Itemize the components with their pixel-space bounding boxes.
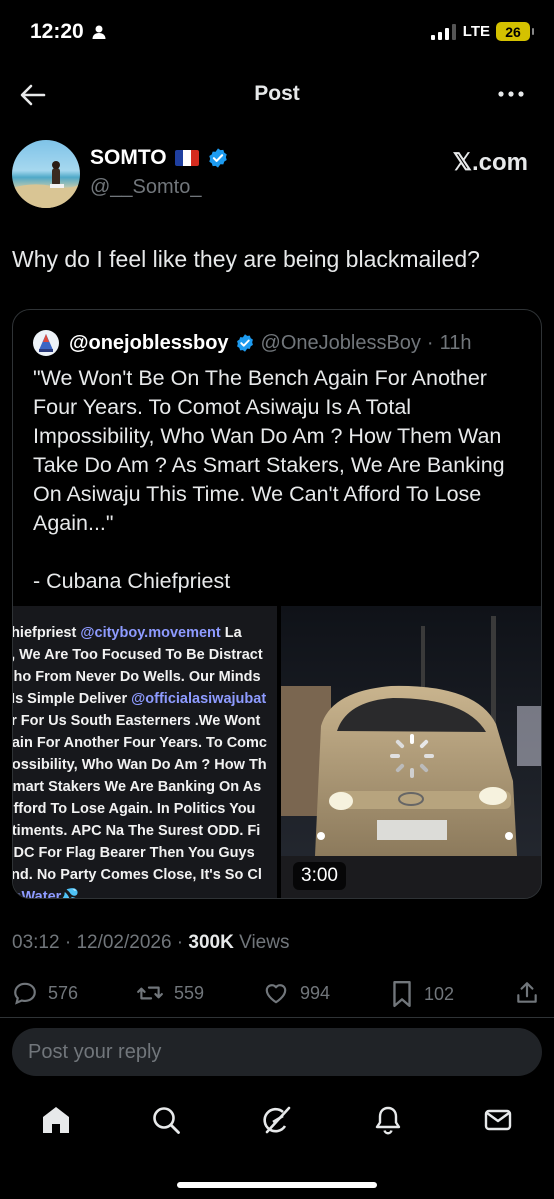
- image-text-line: er For Us South Easterners .We Wont: [13, 713, 261, 729]
- verified-icon: [236, 334, 253, 352]
- home-indicator[interactable]: [177, 1182, 377, 1188]
- quote-image[interactable]: chiefpriest @cityboy.movement La s, We Ar…: [13, 606, 277, 899]
- quote-separator: ·: [426, 331, 434, 354]
- status-time: 12:20: [30, 20, 84, 43]
- views-label: Views: [233, 932, 290, 953]
- avatar[interactable]: [12, 140, 80, 208]
- image-text-line: s, We Are Too Focused To Be Distract: [13, 647, 263, 663]
- quote-author-name: @onejoblessboy: [69, 331, 229, 354]
- battery-icon: 26: [496, 22, 534, 41]
- grok-icon[interactable]: [261, 1104, 293, 1136]
- quote-image-text: chiefpriest @cityboy.movement La s, We Ar…: [13, 622, 277, 899]
- network-type: LTE: [462, 23, 490, 40]
- status-bar: 12:20 LTE 26: [0, 0, 554, 64]
- image-text-line: and. No Party Comes Close, It's So Cl: [13, 867, 262, 883]
- reply-count: 576: [48, 982, 79, 1003]
- top-bar: Post: [0, 70, 554, 118]
- xcom-logo[interactable]: 𝕏.com: [453, 148, 528, 177]
- image-text-line: ntiments. APC Na The Surest ODD. Fi: [13, 823, 261, 839]
- signal-icon: [430, 23, 456, 40]
- repost-icon: [137, 986, 163, 1000]
- notifications-icon[interactable]: [372, 1104, 404, 1136]
- like-icon: [265, 984, 287, 1004]
- image-text-line: Smart Stakers We Are Banking On As: [13, 779, 262, 795]
- views-count[interactable]: 300K: [188, 932, 233, 953]
- quote-video[interactable]: 3:00: [281, 606, 541, 898]
- bookmark-button[interactable]: 102: [390, 980, 454, 1008]
- quote-header: @onejoblessboy @OneJoblessBoy · 11h: [33, 330, 471, 356]
- reply-icon: [14, 982, 36, 1005]
- reply-placeholder: Post your reply: [28, 1041, 162, 1063]
- image-text-line: possibility, Who Wan Do Am ? How Th: [13, 757, 267, 773]
- image-text-line: Afford To Lose Again. In Politics You: [13, 801, 256, 817]
- like-button[interactable]: 994: [262, 980, 330, 1006]
- france-flag-icon: [174, 150, 199, 166]
- more-icon[interactable]: [496, 82, 526, 106]
- image-text-line: l Is Simple Deliver @officialasiwajubat: [13, 691, 267, 707]
- reply-input[interactable]: Post your reply: [12, 1028, 542, 1076]
- quote-avatar-logo: [39, 334, 53, 352]
- like-count: 994: [300, 982, 331, 1003]
- video-duration: 3:00: [293, 862, 346, 890]
- home-icon[interactable]: [40, 1104, 72, 1136]
- verified-icon: [208, 148, 227, 168]
- post-text: Why do I feel like they are being blackm…: [12, 246, 480, 272]
- repost-button[interactable]: 559: [136, 980, 204, 1006]
- repost-count: 559: [174, 982, 205, 1003]
- page-title: Post: [254, 82, 300, 105]
- bottom-nav: [0, 1096, 554, 1148]
- image-text-line: ADC For Flag Bearer Then You Guys: [13, 845, 255, 861]
- image-text-line: chiefpriest @cityboy.movement La: [13, 625, 242, 641]
- image-text-line: NaWater💦: [13, 889, 80, 899]
- quoted-post[interactable]: @onejoblessboy @OneJoblessBoy · 11h "We …: [12, 309, 542, 899]
- messages-icon[interactable]: [482, 1104, 514, 1136]
- divider: [0, 1017, 554, 1018]
- image-text-line: gain For Another Four Years. To Comc: [13, 735, 267, 751]
- quote-text: "We Won't Be On The Bench Again For Anot…: [33, 366, 505, 593]
- post-meta: 03:12 · 12/02/2026 · 300K Views: [12, 932, 290, 953]
- quote-avatar: [33, 330, 59, 356]
- avatar-photo: [12, 161, 80, 208]
- bookmark-count: 102: [424, 983, 455, 1004]
- image-text-line: Cho From Never Do Wells. Our Minds: [13, 669, 261, 685]
- quote-author-handle: @OneJoblessBoy: [260, 331, 421, 354]
- share-icon: [517, 982, 537, 1003]
- share-button[interactable]: [514, 980, 540, 1006]
- reply-button[interactable]: 576: [12, 980, 78, 1006]
- quote-time: 11h: [439, 331, 472, 354]
- post-date: 12/02/2026: [76, 932, 172, 953]
- author-name-row[interactable]: SOMTO: [90, 146, 229, 170]
- author-name: SOMTO: [90, 146, 167, 169]
- author-handle[interactable]: @__Somto_: [90, 176, 201, 199]
- bookmark-icon: [393, 980, 411, 1008]
- search-icon[interactable]: [150, 1104, 182, 1136]
- post-time: 03:12: [12, 932, 60, 953]
- person-icon: [92, 25, 106, 39]
- action-bar: 576 559 994 102: [0, 976, 554, 1012]
- video-thumbnail: [281, 606, 541, 898]
